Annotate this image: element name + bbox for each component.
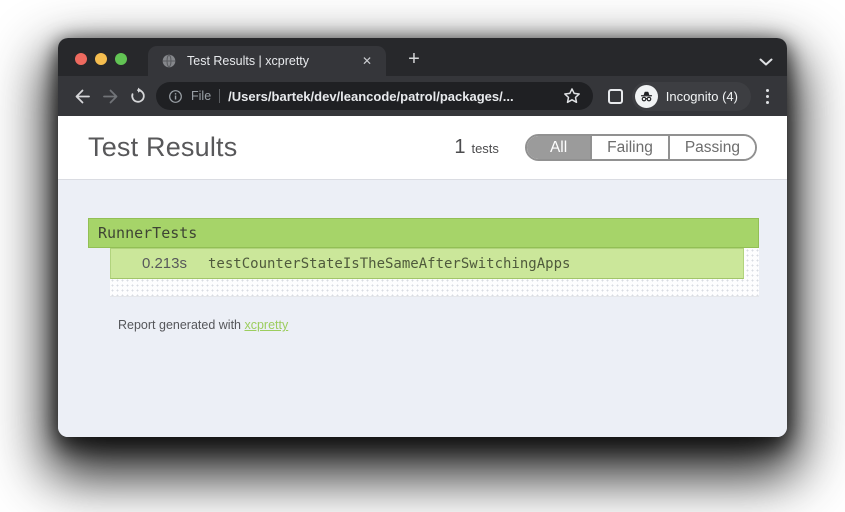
url-bar[interactable]: File /Users/bartek/dev/leancode/patrol/p… (156, 82, 593, 110)
incognito-icon (634, 84, 658, 108)
browser-toolbar: File /Users/bartek/dev/leancode/patrol/p… (58, 76, 787, 116)
info-icon[interactable] (168, 89, 183, 104)
browser-window: Test Results | xcpretty ✕ + File /Users/… (58, 38, 787, 437)
chevron-down-icon (759, 58, 773, 66)
traffic-lights (75, 53, 127, 65)
back-button[interactable] (68, 82, 96, 110)
footer-text: Report generated with (118, 318, 245, 332)
close-window-button[interactable] (75, 53, 87, 65)
tests-container: 0.213s testCounterStateIsTheSameAfterSwi… (110, 248, 759, 297)
page-content: Test Results 1 tests All Failing Passing… (58, 116, 787, 437)
tab-close-icon[interactable]: ✕ (358, 53, 376, 69)
kebab-menu-icon (765, 88, 769, 92)
reload-icon (131, 87, 145, 103)
url-path: /Users/bartek/dev/leancode/patrol/packag… (228, 88, 514, 104)
arrow-right-icon (102, 89, 117, 103)
browser-menu-button[interactable] (757, 82, 777, 110)
tab-strip: Test Results | xcpretty ✕ + (58, 38, 787, 76)
window-expand-button[interactable] (759, 53, 773, 71)
test-count-unit: tests (471, 141, 499, 156)
suite-header: RunnerTests (88, 218, 759, 248)
report-footer: Report generated with xcpretty (88, 297, 759, 353)
arrow-left-icon (75, 89, 90, 103)
incognito-label: Incognito (4) (665, 88, 738, 104)
plus-icon: + (408, 48, 420, 70)
results-area: RunnerTests 0.213s testCounterStateIsThe… (58, 180, 787, 353)
browser-tab[interactable]: Test Results | xcpretty ✕ (148, 46, 386, 76)
minimize-window-button[interactable] (95, 53, 107, 65)
globe-favicon-icon (161, 53, 177, 69)
tab-title: Test Results | xcpretty (187, 54, 310, 68)
url-divider (219, 89, 221, 103)
test-row: 0.213s testCounterStateIsTheSameAfterSwi… (110, 248, 744, 279)
side-panel-icon[interactable] (607, 88, 623, 104)
zoom-window-button[interactable] (115, 53, 127, 65)
test-suite: RunnerTests 0.213s testCounterStateIsThe… (88, 218, 759, 297)
filter-group: All Failing Passing (524, 134, 757, 161)
test-count-value: 1 (454, 136, 466, 158)
bookmark-star-icon[interactable] (563, 87, 581, 105)
filter-all-button[interactable]: All (526, 136, 591, 159)
test-name: testCounterStateIsTheSameAfterSwitchingA… (208, 255, 571, 272)
incognito-badge[interactable]: Incognito (4) (631, 81, 751, 111)
page-header: Test Results 1 tests All Failing Passing (58, 116, 787, 180)
suite-name: RunnerTests (98, 224, 198, 242)
reload-button[interactable] (124, 82, 152, 110)
xcpretty-link[interactable]: xcpretty (244, 318, 288, 332)
filter-passing-button[interactable]: Passing (667, 136, 755, 159)
filter-failing-button[interactable]: Failing (590, 136, 668, 159)
forward-button[interactable] (96, 82, 124, 110)
url-scheme-label: File (191, 89, 212, 103)
new-tab-button[interactable]: + (400, 46, 428, 74)
test-duration: 0.213s (141, 255, 187, 272)
test-count: 1 tests (454, 136, 499, 159)
page-title: Test Results (88, 132, 238, 162)
